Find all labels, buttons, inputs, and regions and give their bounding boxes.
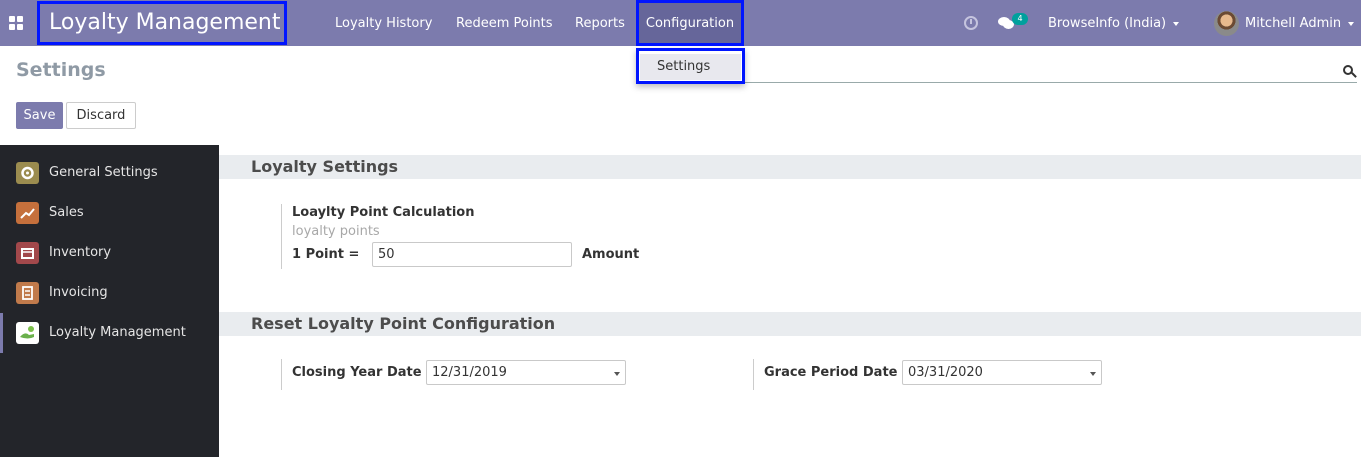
setting-divider bbox=[281, 204, 282, 269]
setting-divider bbox=[753, 359, 754, 390]
company-name: BrowseInfo (India) bbox=[1048, 16, 1167, 31]
user-avatar[interactable] bbox=[1214, 11, 1239, 36]
settings-sidebar: General Settings Sales Inventory Invoici… bbox=[0, 145, 219, 457]
page-title: Settings bbox=[16, 59, 106, 81]
box-icon bbox=[16, 242, 39, 264]
point-value-input[interactable]: 50 bbox=[372, 242, 572, 267]
sidebar-item-inventory[interactable]: Inventory bbox=[0, 233, 219, 273]
sidebar-item-label: Invoicing bbox=[49, 285, 108, 300]
gear-icon bbox=[16, 162, 39, 184]
chevron-down-icon bbox=[1348, 21, 1355, 26]
top-navbar: Loyalty Management Loyalty History Redee… bbox=[0, 0, 1361, 46]
loyalty-settings-header: Loyalty Settings bbox=[219, 155, 1361, 179]
closing-year-date-value: 12/31/2019 bbox=[432, 365, 507, 380]
loyalty-icon bbox=[16, 322, 39, 344]
apps-grid-icon[interactable] bbox=[9, 16, 23, 30]
dropdown-item-settings[interactable]: Settings bbox=[640, 54, 741, 80]
sidebar-item-sales[interactable]: Sales bbox=[0, 193, 219, 233]
menu-reports[interactable]: Reports bbox=[575, 0, 625, 46]
sidebar-item-label: Loyalty Management bbox=[49, 325, 186, 340]
user-name: Mitchell Admin bbox=[1245, 16, 1342, 31]
amount-label: Amount bbox=[582, 247, 640, 262]
chevron-down-icon bbox=[1173, 21, 1180, 26]
grace-period-date-value: 03/31/2020 bbox=[908, 365, 983, 380]
reset-config-header: Reset Loyalty Point Configuration bbox=[219, 312, 1361, 336]
calc-title: Loaylty Point Calculation bbox=[292, 205, 475, 220]
closing-year-date-field[interactable]: 12/31/2019 bbox=[426, 360, 626, 385]
section-title: Reset Loyalty Point Configuration bbox=[251, 314, 556, 333]
grace-period-label: Grace Period Date bbox=[764, 365, 898, 380]
activity-clock-icon[interactable] bbox=[964, 16, 978, 30]
section-title: Loyalty Settings bbox=[251, 157, 399, 176]
chevron-down-icon bbox=[1090, 372, 1096, 376]
search-input[interactable] bbox=[744, 82, 1357, 83]
sidebar-item-general-settings[interactable]: General Settings bbox=[0, 153, 219, 193]
closing-year-label: Closing Year Date bbox=[292, 365, 422, 380]
sidebar-item-invoicing[interactable]: Invoicing bbox=[0, 273, 219, 313]
sidebar-item-label: Sales bbox=[49, 205, 84, 220]
menu-configuration[interactable]: Configuration bbox=[636, 0, 744, 46]
sidebar-item-label: General Settings bbox=[49, 165, 158, 180]
messages-count-badge: 4 bbox=[1012, 13, 1028, 25]
configuration-dropdown: Settings bbox=[636, 48, 745, 84]
sidebar-item-loyalty-management[interactable]: Loyalty Management bbox=[0, 313, 219, 353]
menu-redeem-points[interactable]: Redeem Points bbox=[456, 0, 553, 46]
search-icon[interactable] bbox=[1343, 65, 1357, 79]
company-switcher[interactable]: BrowseInfo (India) bbox=[1048, 0, 1180, 46]
save-button[interactable]: Save bbox=[16, 102, 63, 129]
app-title[interactable]: Loyalty Management bbox=[37, 1, 287, 45]
chevron-down-icon bbox=[614, 372, 620, 376]
grace-period-date-field[interactable]: 03/31/2020 bbox=[902, 360, 1102, 385]
sidebar-item-label: Inventory bbox=[49, 245, 112, 260]
invoice-icon bbox=[16, 282, 39, 304]
discard-button[interactable]: Discard bbox=[66, 102, 136, 129]
setting-divider bbox=[281, 359, 282, 390]
point-label: 1 Point = bbox=[292, 247, 360, 262]
user-menu[interactable]: Mitchell Admin bbox=[1245, 0, 1355, 46]
calc-help-text: loyalty points bbox=[292, 224, 380, 239]
chart-icon bbox=[16, 202, 39, 224]
menu-loyalty-history[interactable]: Loyalty History bbox=[335, 0, 432, 46]
